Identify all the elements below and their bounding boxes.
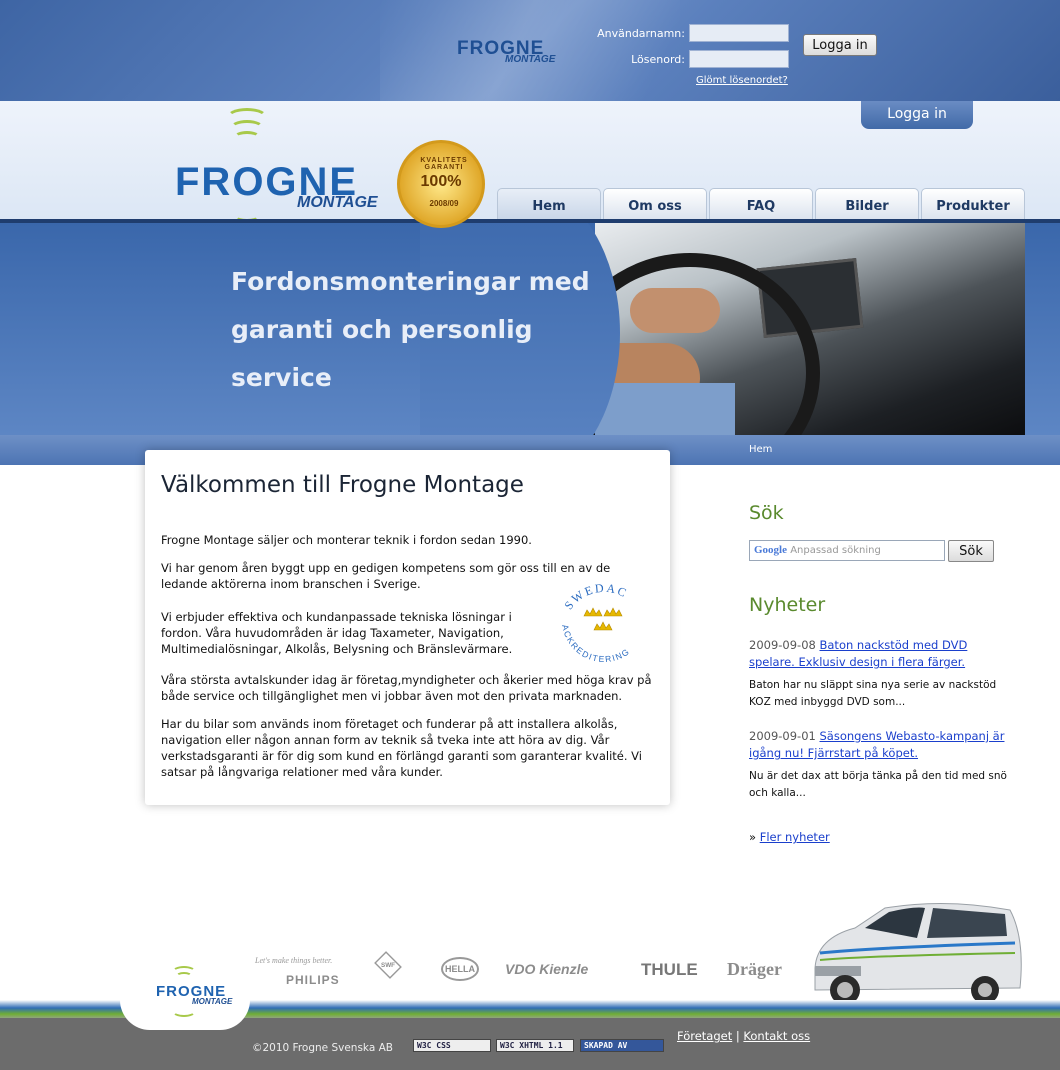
news-item: 2009-09-08 Baton nackstöd med DVD spelar… (749, 637, 1009, 671)
footer-logo[interactable]: FROGNE MONTAGE (156, 983, 232, 1006)
news-summary: Nu är det dax att börja tänka på den tid… (749, 770, 1007, 799)
forgot-password-link[interactable]: Glömt lösenordet? (696, 75, 788, 86)
news-summary: Baton har nu släppt sina nya serie av na… (749, 679, 997, 708)
google-logo-icon: Google (754, 544, 787, 556)
top-logo[interactable]: FROGNE MONTAGE (457, 38, 555, 65)
swf-logo-text: SWF (381, 961, 395, 969)
drager-logo: Dräger (727, 959, 782, 979)
search-heading: Sök (749, 502, 784, 524)
top-logo-sub: MONTAGE (505, 54, 556, 65)
footer-logo-sub: MONTAGE (192, 997, 233, 1006)
hella-logo: HELLA (441, 957, 479, 981)
more-news: » Fler nyheter (749, 830, 830, 844)
tab-faq[interactable]: FAQ (709, 188, 813, 220)
login-button[interactable]: Logga in (803, 34, 877, 56)
news-item: 2009-09-01 Säsongens Webasto-kampanj är … (749, 728, 1009, 762)
svg-text:SWEDAC: SWEDAC (561, 581, 630, 613)
search-input[interactable]: Google Anpassad sökning (749, 540, 945, 561)
body-paragraph: Har du bilar som används inom företaget … (161, 717, 642, 779)
username-label: Användarnamn: (597, 27, 685, 40)
copyright: ©2010 Frogne Svenska AB (252, 1042, 393, 1054)
philips-tagline: Let's make things better. (255, 956, 333, 965)
seal-top-text: KVALITETS GARANTI (420, 157, 468, 171)
page-title: Välkommen till Frogne Montage (161, 472, 524, 498)
more-news-arrow: » (749, 830, 757, 844)
footer-link-company[interactable]: Företaget (677, 1029, 732, 1043)
main-logo-sub: MONTAGE (297, 194, 378, 211)
news-date: 2009-09-01 (749, 729, 816, 743)
quality-seal: KVALITETS GARANTI 100% 2008/09 (375, 140, 507, 228)
password-label: Lösenord: (631, 53, 685, 66)
philips-logo: PHILIPS (286, 973, 340, 987)
more-news-link[interactable]: Fler nyheter (760, 830, 830, 844)
hand (630, 288, 720, 333)
footer-link-separator: | (735, 1029, 740, 1043)
service-van-image (814, 902, 1022, 1005)
footer-links: Företaget | Kontakt oss (677, 1029, 810, 1043)
tab-hem[interactable]: Hem (497, 188, 601, 220)
tab-produkter[interactable]: Produkter (921, 188, 1025, 220)
created-by-badge[interactable]: SKAPAD AV (580, 1039, 664, 1052)
login-tab[interactable]: Logga in (861, 101, 973, 129)
swedac-badge: SWEDAC ACKREDITERING (560, 581, 630, 664)
news-heading: Nyheter (749, 594, 826, 616)
main-logo[interactable]: FROGNE MONTAGE (175, 160, 378, 211)
seal-year: 2008/09 (429, 199, 459, 208)
intro-paragraph: Frogne Montage säljer och monterar tekni… (161, 533, 532, 547)
password-field[interactable] (689, 50, 789, 68)
w3c-xhtml-badge[interactable]: W3C XHTML 1.1 (496, 1039, 574, 1052)
thule-logo: THULE (641, 960, 698, 979)
hero-headline-2: garanti och personlig (231, 315, 533, 344)
hero-headline-1: Fordonsmonteringar med (231, 267, 590, 296)
search-placeholder: Anpassad sökning (790, 545, 881, 556)
hero-headline-3: service (231, 363, 332, 392)
news-date: 2009-09-08 (749, 638, 816, 652)
tab-om-oss[interactable]: Om oss (603, 188, 707, 220)
username-field[interactable] (689, 24, 789, 42)
vdo-kienzle-logo: VDO Kienzle (505, 961, 589, 977)
seal-percent: 100% (420, 173, 462, 190)
body-paragraph: Våra största avtalskunder idag är företa… (161, 673, 652, 703)
sleeve (595, 383, 735, 435)
tab-bilder[interactable]: Bilder (815, 188, 919, 220)
footer-link-contact[interactable]: Kontakt oss (743, 1029, 810, 1043)
w3c-css-badge[interactable]: W3C CSS (413, 1039, 491, 1052)
search-button[interactable]: Sök (948, 540, 994, 562)
breadcrumb[interactable]: Hem (749, 444, 772, 455)
swf-logo: SWF (374, 951, 402, 979)
body-paragraph: Vi erbjuder effektiva och kundanpassade … (161, 610, 513, 656)
